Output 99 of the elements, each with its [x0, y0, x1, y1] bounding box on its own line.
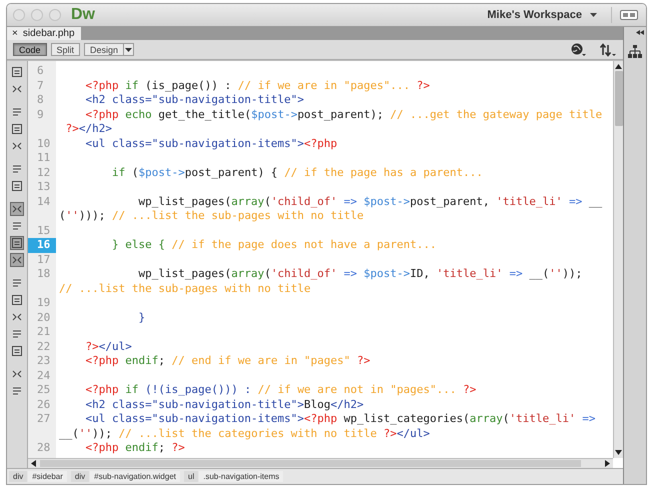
coding-tool-button[interactable]	[10, 253, 24, 267]
line-number: 9	[36, 108, 45, 122]
code-line: ?></h2>	[64, 122, 112, 136]
tag-selector-tag[interactable]: ul	[184, 471, 198, 482]
sort-arrows-icon[interactable]	[599, 42, 617, 56]
tool-icon	[11, 385, 23, 397]
tag-selector-id[interactable]: .sub-navigation-items	[199, 471, 284, 482]
collapse-panel-icon[interactable]	[636, 30, 644, 35]
line-number: 25	[36, 383, 52, 398]
view-button[interactable]: Split	[50, 43, 80, 56]
code-line: <ul class="sub-navigation-items"><?php	[84, 136, 338, 151]
line-number: 6	[36, 64, 45, 78]
tool-icon	[11, 254, 23, 266]
tag-selector-id[interactable]: #sub-navigation.widget	[90, 471, 180, 482]
app-logo: Dw	[71, 6, 95, 24]
document-tab[interactable]: × sidebar.php	[7, 27, 81, 40]
tool-icon	[11, 277, 23, 289]
line-number: 16	[28, 238, 56, 252]
line-number: 19	[36, 296, 52, 310]
line-number: 20	[36, 310, 52, 325]
line-number: 8	[36, 93, 45, 108]
code-line: // ...list the sub-pages with no title	[58, 282, 311, 296]
close-tab-button[interactable]: ×	[12, 28, 18, 39]
scroll-up-arrow-icon	[615, 64, 622, 69]
coding-tool-button[interactable]	[10, 344, 24, 358]
coding-tool-button[interactable]	[10, 236, 24, 250]
line-number: 13	[36, 180, 52, 194]
code-line: (''))); // ...list the sub-pages with no title	[58, 209, 364, 224]
line-number: 18	[36, 267, 52, 282]
code-line: <?php if (!(is_page())) : // if we are not in "pages"... ?>	[84, 383, 476, 398]
scroll-left-arrow-icon	[31, 460, 36, 467]
code-line: <h2 class="sub-navigation-title">Blog</h2>	[84, 398, 364, 412]
code-line: <h2 class="sub-navigation-title">	[84, 93, 304, 108]
coding-tool-button[interactable]	[10, 179, 24, 193]
tool-icon	[11, 294, 23, 306]
code-line: if ($post->post_parent) { // if the page has a parent...	[110, 166, 483, 180]
scrollbar-thumb[interactable]	[40, 460, 581, 467]
window-layout-icon	[620, 10, 638, 20]
line-number: 17	[36, 252, 52, 267]
tool-icon	[11, 140, 23, 152]
design-options-dropdown[interactable]	[123, 43, 134, 56]
line-number: 7	[36, 78, 45, 93]
tool-icon	[11, 66, 23, 78]
line-number: 12	[36, 166, 52, 180]
code-line: }	[137, 310, 146, 325]
tool-icon	[11, 345, 23, 357]
code-line: <?php if (is_page()) : // if we are in "pages"... ?>	[84, 78, 430, 93]
line-number: 21	[36, 325, 52, 340]
tool-icon	[11, 106, 23, 118]
scrollbar-thumb[interactable]	[614, 71, 622, 126]
tool-icon	[11, 180, 23, 192]
code-line: __('')); // ...list the categories with no title ?></ul>	[58, 426, 430, 441]
line-number: 24	[36, 368, 52, 383]
code-line: <?php endif; // end if we are in "pages" ?>	[84, 354, 370, 368]
scroll-down-arrow-icon	[615, 450, 622, 455]
tool-icon	[11, 220, 23, 232]
line-number: 15	[36, 224, 52, 238]
code-line: <?php endif; ?>	[84, 441, 185, 456]
tool-icon	[11, 83, 23, 95]
tool-icon	[11, 237, 23, 249]
site-map-icon[interactable]	[628, 45, 642, 58]
tag-selector-tag[interactable]: div	[70, 471, 90, 482]
line-number: 26	[36, 398, 52, 412]
tool-icon	[11, 203, 23, 215]
line-number: 14	[36, 194, 52, 209]
code-line: wp_list_pages(array('child_of' => $post->ID, 'title_li' => __(''));	[137, 267, 582, 282]
tag-selector-tag[interactable]: div	[9, 471, 28, 482]
globe-icon[interactable]	[571, 42, 587, 56]
view-button[interactable]: Design	[84, 43, 124, 56]
line-number: 22	[36, 340, 52, 354]
vertical-scrollbar[interactable]	[613, 61, 623, 458]
coding-tool-button[interactable]	[10, 122, 24, 136]
line-number: 28	[36, 441, 52, 456]
code-line: <ul class="sub-navigation-items"><?php wp_list_categories(array('title_li' =>	[84, 412, 596, 426]
code-line: wp_list_pages(array('child_of' => $post->post_parent, 'title_li' => __	[137, 194, 602, 209]
tool-icon	[11, 163, 23, 175]
tag-selector-id[interactable]: #sidebar	[28, 471, 67, 482]
tool-icon	[11, 123, 23, 135]
line-number: 11	[36, 151, 52, 166]
code-line: } else { // if the page does not have a parent...	[110, 238, 436, 252]
scroll-right-arrow-icon	[605, 460, 610, 467]
caret-icon	[590, 13, 597, 17]
tool-icon	[11, 311, 23, 323]
document-tab-label: sidebar.php	[22, 28, 75, 39]
coding-tool-button[interactable]	[10, 65, 24, 79]
code-line: <?php echo get_the_title($post->post_parent); // ...get the gateway page title	[84, 108, 602, 122]
line-number: 10	[36, 136, 52, 151]
caret-icon	[125, 48, 132, 52]
coding-tool-button[interactable]	[10, 202, 24, 216]
screen-layout-button[interactable]	[618, 10, 640, 20]
coding-tool-button[interactable]	[10, 293, 24, 307]
tool-icon	[11, 328, 23, 340]
horizontal-scrollbar[interactable]	[28, 458, 613, 468]
view-button[interactable]: Code	[13, 43, 47, 56]
line-number: 23	[36, 354, 52, 368]
line-number: 27	[36, 412, 52, 426]
tool-icon	[11, 368, 23, 380]
workspace-switcher[interactable]: Mike's Workspace	[479, 9, 605, 21]
code-line: ?></ul>	[84, 340, 132, 354]
